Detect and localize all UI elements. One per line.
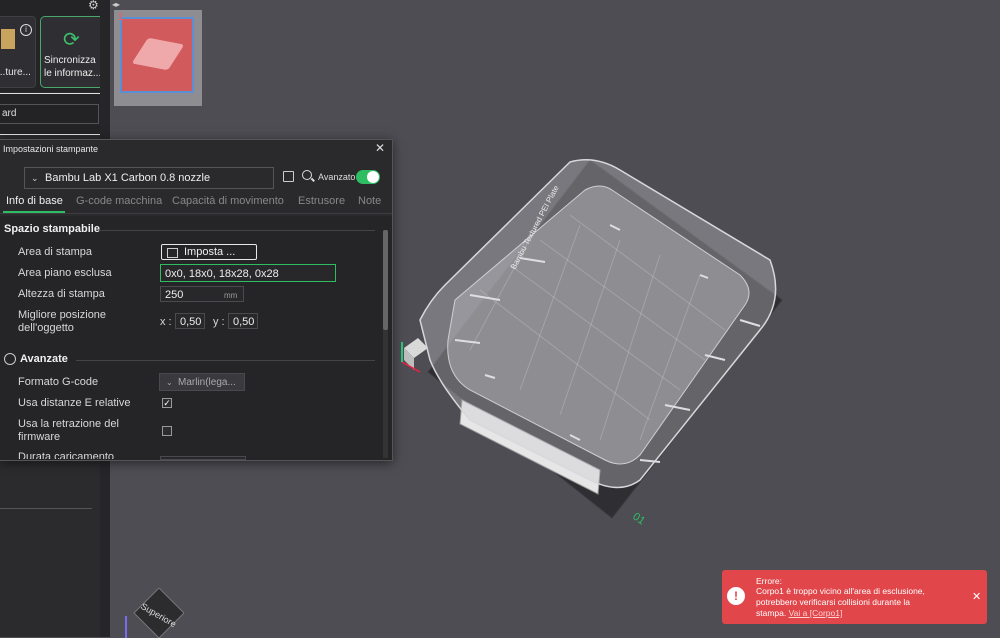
error-line-3-text: stampa. [756,608,787,618]
collapse-arrow-icon[interactable]: ◂▸ [112,0,128,9]
error-title: Errore: [756,576,782,586]
printable-area-label: Area di stampa [18,246,92,258]
gcode-flavor-value: Marlin(lega... [178,377,236,388]
name-input[interactable]: ard [0,104,99,124]
fw-retraction-label-1: Usa la retrazione del [18,418,119,430]
print-height-unit: mm [224,291,238,300]
sync-button-line2: le informaz... [44,68,102,79]
best-position-x-label: x : [160,316,172,328]
fw-retraction-checkbox[interactable] [162,426,172,436]
excluded-area-label: Area piano esclusa [18,267,112,279]
error-icon: ! [727,587,745,605]
close-icon[interactable]: ✕ [972,590,981,603]
section-divider [76,360,375,361]
toggle-knob [367,171,379,183]
section-divider [100,230,375,231]
advanced-section-icon [4,353,16,365]
best-position-y-input[interactable]: 0,50 [228,313,258,329]
origin-axis-icon [401,338,428,373]
printer-preset-value: Bambu Lab X1 Carbon 0.8 nozzle [45,172,211,184]
save-icon[interactable] [283,171,294,182]
tab-info-di-base[interactable]: Info di base [6,195,63,207]
section-title-advanced: Avanzate [20,353,68,365]
error-line-3: stampa. Vai a [Corpo1] [756,608,842,618]
printable-area-set-label: Imposta ... [184,246,236,258]
sidebar-toolbar: ...ture... i ⟳ Sincronizza le informaz..… [0,0,110,92]
tab-gcode-macchina[interactable]: G-code macchina [76,195,162,207]
error-line-1: Corpo1 è troppo vicino all'area di esclu… [756,586,925,596]
best-position-x-input[interactable]: 0,50 [175,313,205,329]
advanced-label: Avanzato [318,172,356,182]
info-icon[interactable]: i [20,24,32,36]
scrollbar-thumb[interactable] [383,230,388,330]
plate-object-preview [131,37,185,71]
plate-thumbnail[interactable]: 1 [114,10,202,106]
best-position-y-label: y : [213,316,225,328]
load-time-input[interactable] [160,456,246,460]
tab-capacita-movimento[interactable]: Capacità di movimento [172,195,284,207]
go-to-object-link[interactable]: Vai a [Corpo1] [789,608,843,618]
view-cube[interactable]: Superiore [124,588,184,638]
printer-settings-dialog: Impostazioni stampante ✕ ⌄ Bambu Lab X1 … [0,139,393,461]
tab-estrusore[interactable]: Estrusore [298,195,345,207]
gear-icon[interactable]: ⚙ [88,0,99,12]
print-height-label: Altezza di stampa [18,288,105,300]
error-notification: ! Errore: Corpo1 è troppo vicino all'are… [722,570,987,624]
tab-note[interactable]: Note [358,195,381,207]
chevron-down-icon: ⌄ [166,378,173,387]
section-title-printable-space: Spazio stampabile [4,223,100,235]
plate-number-label: 01 [630,511,647,528]
dialog-title: Impostazioni stampante [3,144,99,154]
relative-e-label: Usa distanze E relative [18,397,131,409]
best-position-label-1: Migliore posizione [18,309,107,321]
close-icon[interactable]: ✕ [375,141,385,155]
dialog-scrollbar[interactable] [383,230,388,458]
printable-area-set-button[interactable]: Imposta ... [161,244,257,260]
sync-button-line1: Sincronizza [44,55,96,66]
relative-e-checkbox[interactable]: ✓ [162,398,172,408]
plate-thumbnail-image [120,17,194,93]
best-position-label-2: dell'oggetto [18,322,74,334]
plate-number: 1 [118,12,124,23]
gcode-flavor-select[interactable]: ⌄ Marlin(lega... [159,373,245,391]
sidebar-divider [0,508,92,509]
fw-retraction-label-2: firmware [18,431,61,443]
error-line-2: potrebbero verificarsi collisioni durant… [756,597,911,607]
settings-tabs: Info di base G-code macchina Capacità di… [0,195,392,213]
texture-icon [1,29,15,49]
excluded-area-input[interactable]: 0x0, 18x0, 18x28, 0x28 [160,264,336,282]
tabs-divider [0,213,392,214]
advanced-toggle[interactable] [356,170,380,184]
texture-button-label: ...ture... [0,67,31,78]
search-icon[interactable] [302,170,312,180]
sync-info-button[interactable]: ⟳ Sincronizza le informaz... [40,16,109,88]
sync-icon: ⟳ [63,29,80,51]
chevron-down-icon: ⌄ [31,173,39,183]
load-time-label: Durata caricamento [18,451,114,459]
edit-area-icon [167,248,178,258]
name-box: ard [0,93,108,135]
gcode-flavor-label: Formato G-code [18,376,99,388]
printer-preset-select[interactable]: ⌄ Bambu Lab X1 Carbon 0.8 nozzle [24,167,274,189]
